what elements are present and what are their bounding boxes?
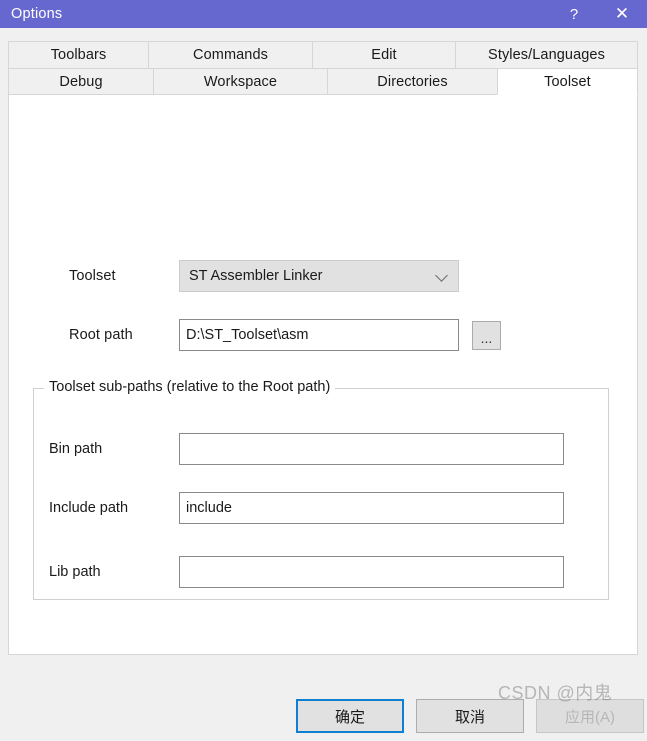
dialog-button-bar: 确定 取消 应用(A) (0, 671, 647, 741)
include-path-row: Include path include (49, 492, 564, 524)
toolset-subpaths-title: Toolset sub-paths (relative to the Root … (44, 379, 336, 395)
bin-path-label: Bin path (49, 441, 103, 457)
root-path-row: Root path D:\ST_Toolset\asm ... (69, 319, 501, 351)
window-title: Options (11, 5, 63, 22)
lib-path-row: Lib path (49, 556, 564, 588)
tab-edit[interactable]: Edit (312, 41, 455, 68)
toolset-row: Toolset ST Assembler Linker (69, 260, 459, 292)
include-path-label: Include path (49, 500, 129, 516)
toolset-select[interactable]: ST Assembler Linker (179, 260, 459, 292)
tab-toolbars[interactable]: Toolbars (8, 41, 148, 68)
root-path-browse-button[interactable]: ... (472, 320, 501, 350)
toolset-select-value: ST Assembler Linker (189, 268, 323, 284)
tab-directories[interactable]: Directories (327, 68, 497, 95)
tab-commands[interactable]: Commands (148, 41, 312, 68)
close-icon[interactable]: ✕ (597, 0, 647, 28)
tab-workspace[interactable]: Workspace (153, 68, 327, 95)
include-path-input[interactable]: include (179, 492, 564, 524)
toolset-tab-page: Toolset ST Assembler Linker Root path D:… (8, 94, 638, 655)
tab-debug[interactable]: Debug (8, 68, 153, 95)
dialog-body: Toolbars Commands Edit Styles/Languages … (0, 28, 647, 733)
toolset-subpaths-groupbox: Toolset sub-paths (relative to the Root … (33, 379, 609, 600)
tab-styles-languages[interactable]: Styles/Languages (455, 41, 638, 68)
tab-toolset[interactable]: Toolset (497, 68, 638, 95)
root-path-label: Root path (69, 327, 133, 343)
help-icon[interactable]: ? (551, 0, 597, 28)
ok-button[interactable]: 确定 (296, 699, 404, 733)
chevron-down-icon (436, 269, 450, 283)
lib-path-label: Lib path (49, 564, 101, 580)
tab-strip: Toolbars Commands Edit Styles/Languages … (8, 41, 638, 95)
window-titlebar: Options ? ✕ (0, 0, 647, 28)
root-path-input[interactable]: D:\ST_Toolset\asm (179, 319, 459, 351)
bin-path-input[interactable] (179, 433, 564, 465)
apply-button: 应用(A) (536, 699, 644, 733)
tab-row-1: Toolbars Commands Edit Styles/Languages (8, 41, 638, 68)
bin-path-row: Bin path (49, 433, 564, 465)
toolset-label: Toolset (69, 268, 116, 284)
cancel-button[interactable]: 取消 (416, 699, 524, 733)
lib-path-input[interactable] (179, 556, 564, 588)
tab-row-2: Debug Workspace Directories Toolset (8, 68, 638, 95)
